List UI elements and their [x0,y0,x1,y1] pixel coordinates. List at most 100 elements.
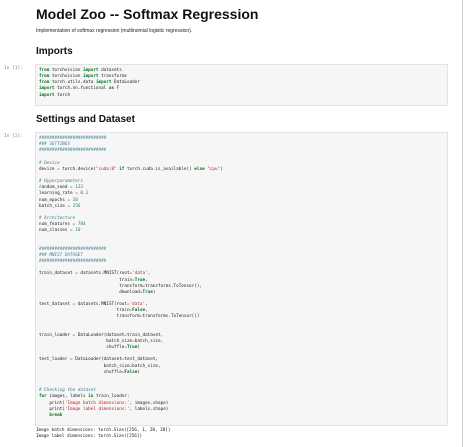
code-token: ### MNIST DATASET [39,252,83,258]
code-token: break [49,412,63,418]
output-line: Image label dimensions: torch.Size([256]… [36,434,143,440]
code-cell-imports[interactable]: from torchvision import datasets from tor… [35,64,448,106]
code-token: "cpu" [207,166,221,172]
code-token: import [39,86,55,92]
code-editor-settings[interactable]: ########################## ### SETTINGS ##… [39,136,444,419]
code-token: ########################## [39,246,107,252]
code-token: 'data' [129,302,146,308]
code-token: train_loader [39,332,73,338]
code-token: torchvision [49,68,83,73]
code-editor-imports[interactable]: from torchvision import datasets from tor… [39,68,444,99]
code-token: True [142,289,153,295]
code-token: 0.1 [80,191,89,197]
code-token: F [114,86,120,92]
cell-prompt-1: In [1]: [4,66,23,71]
code-token: , [145,277,148,283]
code-token: download [39,289,140,295]
code-token: transforms.ToTensor()) [142,314,200,320]
code-token: num_features [39,222,73,228]
code-token: DataLoader(dataset [75,332,125,338]
code-token: batch_size [39,203,68,209]
code-token: , [147,271,151,277]
code-token: DataLoader(dataset [72,357,122,363]
code-token: learning_rate [39,191,76,197]
code-token: False [132,308,146,314]
code-token: print( [39,406,65,412]
code-token: 'Image batch dimensions:' [64,400,130,406]
code-token: 'Image label dimensions:' [64,406,130,412]
code-token: 123 [75,185,83,191]
code-token: device [39,166,58,172]
code-token: import [83,68,99,73]
code-token: num_epochs [39,197,68,203]
code-token: ### SETTINGS [39,142,71,148]
code-token: for [39,394,47,400]
code-token: train_loader: [93,394,130,400]
code-token: 784 [77,222,86,228]
cell-output-settings: Image batch dimensions: torch.Size([256,… [36,428,171,440]
code-token: transforms.ToTensor(), [145,283,202,289]
code-token: test_loader [39,357,71,363]
code-token: True [134,277,146,283]
code-token: train_dataset [39,271,76,277]
code-token: # Device [39,160,60,166]
code-token: import [95,80,112,86]
code-token: # Architecture [39,215,76,221]
cell-prompt-2: In [2]: [4,134,23,139]
code-token: test_dataset [39,302,73,308]
section-heading-settings: Settings and Dataset [36,114,135,125]
code-token: datasets.MNIST(root [77,271,130,277]
code-token: import [39,92,55,98]
code-token: 'data' [132,271,148,277]
code-token: test_dataset, [124,357,159,363]
code-token: , [145,302,148,308]
code-token: torch.device( [59,166,96,172]
code-token: print( [39,400,65,406]
code-token: ) [137,369,140,375]
code-token: else [194,166,205,172]
code-token: ) [137,345,140,351]
notebook-description: Implementation of softmax regression (mu… [36,28,193,34]
code-token: ) [220,166,223,172]
code-token: shuffle [39,369,122,375]
code-token: batch_size, [134,339,164,345]
code-token: batch_size, [132,363,161,369]
code-token: , images.shape) [129,400,169,406]
code-token: import [83,74,99,80]
code-token: , [145,308,148,314]
code-token: ########################## [39,259,107,265]
code-token: datasets.MNIST(root [75,302,127,308]
code-token: , labels.shape) [129,406,169,412]
code-token: from [39,80,50,86]
code-token: train [39,308,130,314]
code-token: ########################## [39,148,107,154]
code-token: transform [39,314,140,320]
code-token: transforms [98,74,127,80]
code-token: batch_size [39,339,133,345]
section-heading-imports: Imports [36,46,73,57]
notebook-right-border [462,0,463,447]
code-token: False [124,369,138,375]
notebook-title: Model Zoo -- Softmax Regression [36,6,259,22]
code-token: True [126,345,138,351]
code-token: "cuda:0" [95,166,117,172]
code-token: images, labels [46,394,89,400]
code-token: torch.cuda.is_available() [124,166,195,172]
code-token: # Checking the dataset [39,388,96,394]
code-token: from [39,68,50,73]
code-token: 10 [72,197,78,203]
code-token: # Hyperparameters [39,179,83,185]
code-token: ) [152,289,156,295]
code-token: shuffle [39,345,125,351]
code-token: 10 [75,228,81,234]
code-token: 256 [72,203,81,209]
code-token: datasets [98,68,122,73]
code-token: train [39,277,133,283]
code-cell-settings[interactable]: ########################## ### SETTINGS ##… [35,132,448,426]
code-token: batch_size [39,363,130,369]
code-token: from [39,74,50,80]
code-token: num_classes [39,228,71,234]
code-token: DataLoader [111,80,140,86]
code-token: random_seed [39,185,71,191]
